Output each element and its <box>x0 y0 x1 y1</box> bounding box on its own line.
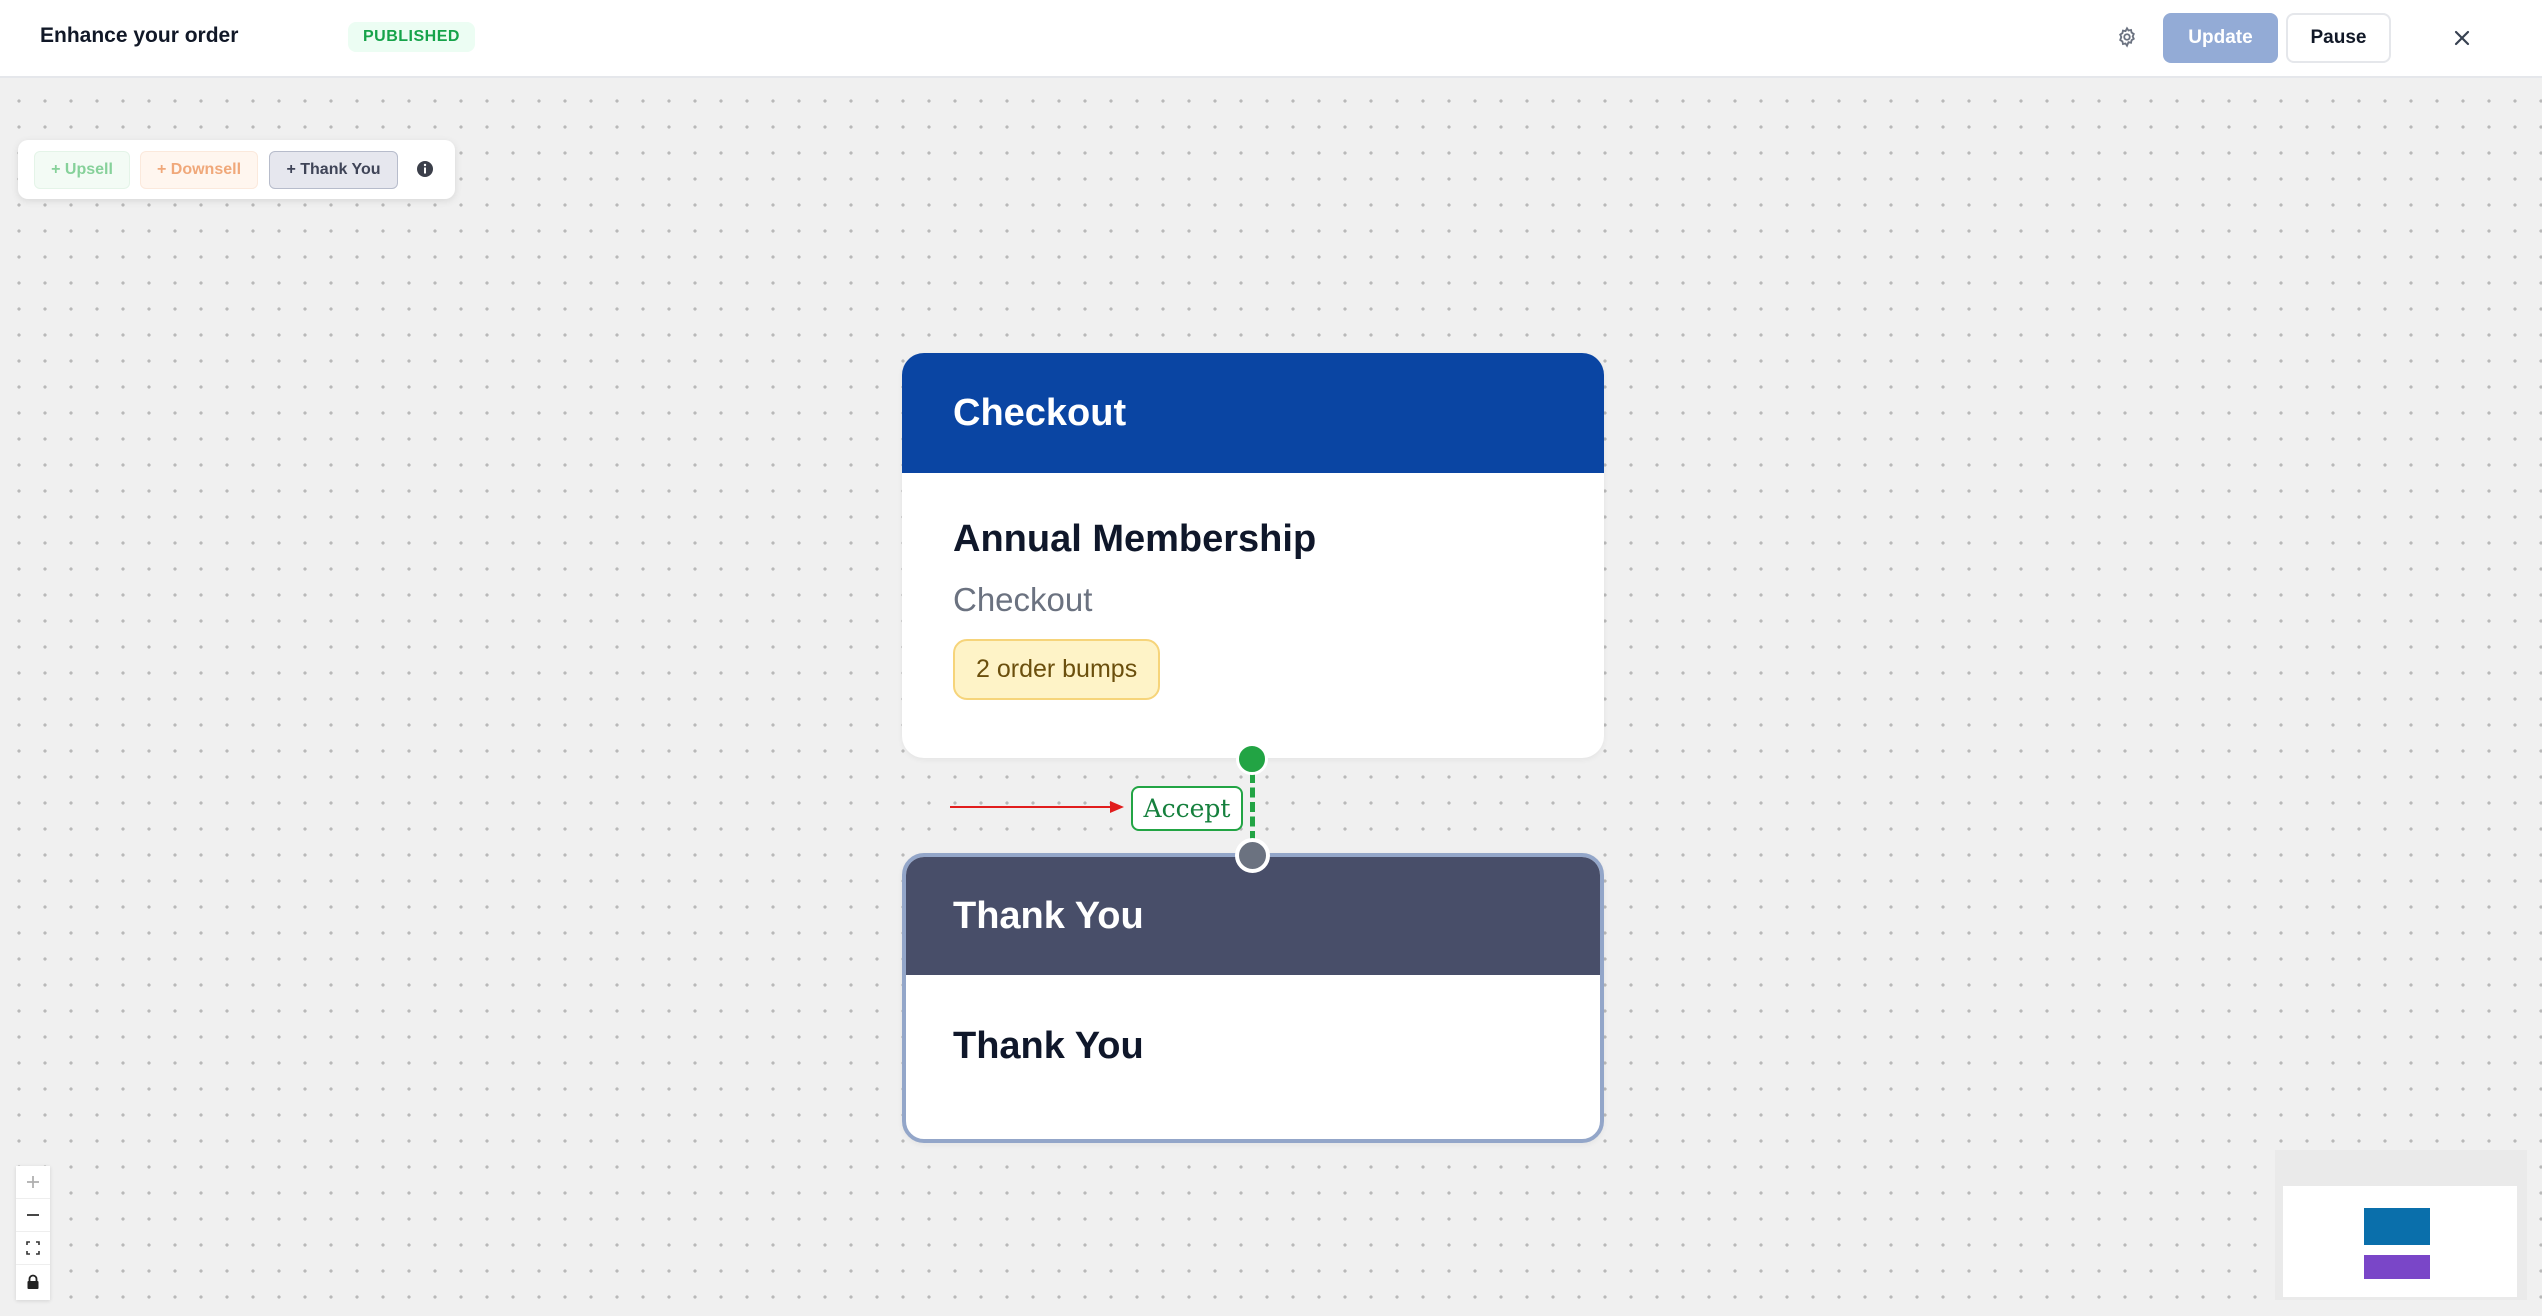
add-upsell-button[interactable]: + Upsell <box>34 151 130 189</box>
zoom-out-icon[interactable] <box>16 1199 50 1232</box>
target-handle[interactable] <box>1235 838 1270 873</box>
minimap-node-checkout <box>2364 1208 2430 1245</box>
source-handle[interactable] <box>1236 743 1268 775</box>
lock-icon[interactable] <box>16 1265 50 1298</box>
zoom-controls <box>16 1166 50 1300</box>
order-bumps-badge: 2 order bumps <box>953 639 1161 700</box>
node-name: Thank You <box>953 1025 1144 1067</box>
pointer-arrow-icon <box>950 801 1124 813</box>
minimap-viewport <box>2283 1186 2517 1297</box>
close-icon[interactable] <box>2446 22 2478 54</box>
node-type: Checkout <box>953 581 1093 618</box>
thank-you-node[interactable]: Thank You Thank You <box>902 853 1604 1143</box>
node-name: Annual Membership <box>953 518 1317 560</box>
edge-label-accept[interactable]: Accept <box>1131 786 1243 831</box>
node-header: Thank You <box>906 857 1600 975</box>
minimap-node-thank-you <box>2364 1255 2430 1279</box>
add-thank-you-button[interactable]: + Thank You <box>269 151 398 189</box>
info-icon[interactable] <box>415 159 435 179</box>
status-badge: PUBLISHED <box>348 22 475 52</box>
update-button[interactable]: Update <box>2163 13 2278 63</box>
node-header: Checkout <box>902 353 1604 473</box>
checkout-node[interactable]: Checkout Annual Membership Checkout 2 or… <box>902 353 1604 758</box>
zoom-in-icon[interactable] <box>16 1166 50 1199</box>
top-bar: Enhance your order PUBLISHED Update Paus… <box>0 0 2542 78</box>
add-downsell-button[interactable]: + Downsell <box>140 151 258 189</box>
funnel-title: Enhance your order <box>40 24 239 47</box>
pause-button[interactable]: Pause <box>2286 13 2391 63</box>
minimap[interactable] <box>2275 1150 2527 1300</box>
add-step-toolbar: + Upsell + Downsell + Thank You <box>18 140 455 199</box>
fit-view-icon[interactable] <box>16 1232 50 1265</box>
accept-edge[interactable] <box>1250 773 1255 841</box>
gear-icon[interactable] <box>2112 22 2142 52</box>
